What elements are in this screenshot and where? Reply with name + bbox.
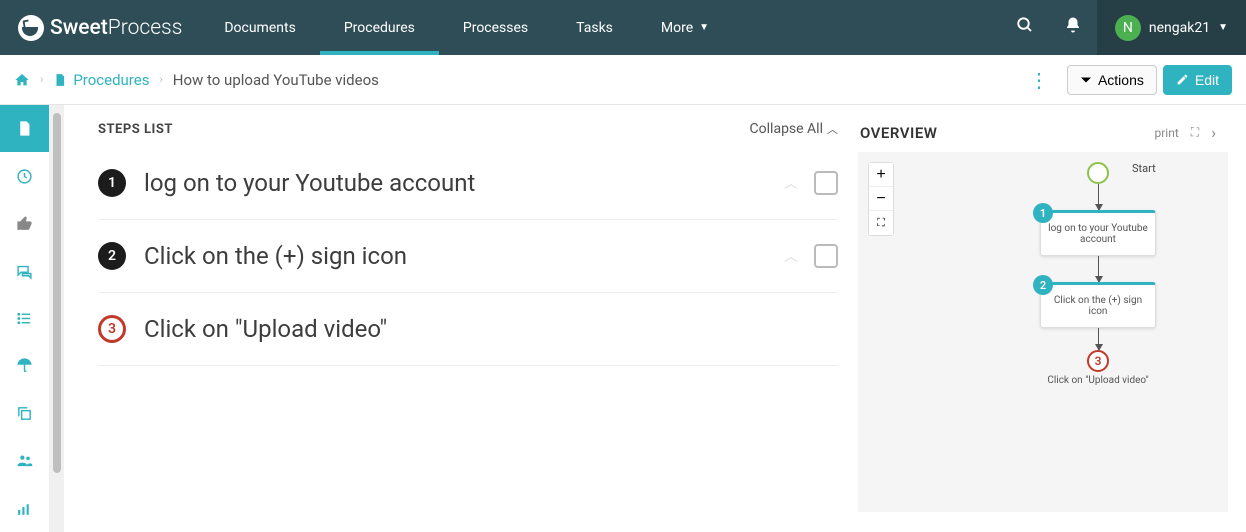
step-number: 1 — [98, 169, 126, 197]
user-menu[interactable]: N nengak21 ▼ — [1097, 0, 1246, 55]
sidebar-item-umbrella[interactable] — [0, 342, 49, 389]
nav-tasks[interactable]: Tasks — [552, 0, 637, 55]
collapse-all-button[interactable]: Collapse All︿ — [750, 121, 838, 137]
scrollbar-thumb[interactable] — [53, 113, 61, 473]
flow-node-badge: 2 — [1033, 275, 1053, 295]
chevron-up-icon[interactable]: ︿ — [784, 173, 798, 193]
chevron-right-icon: › — [149, 73, 172, 86]
chevron-up-icon[interactable]: ︿ — [784, 246, 798, 266]
step-title: Click on "Upload video" — [144, 315, 820, 343]
step-row[interactable]: 2 Click on the (+) sign icon ︿ — [98, 220, 838, 293]
step-row[interactable]: 3 Click on "Upload video" — [98, 293, 838, 366]
flowchart[interactable]: + − ⛶ Start 1 log on to your Youtube acc… — [858, 152, 1228, 512]
step-title: Click on the (+) sign icon — [144, 242, 766, 270]
steps-header: STEPS LIST — [98, 122, 173, 137]
home-icon[interactable] — [14, 72, 30, 88]
username: nengak21 — [1149, 20, 1210, 36]
sidebar-item-copy[interactable] — [0, 390, 49, 437]
chevron-right-icon[interactable]: › — [1205, 123, 1222, 142]
steps-panel: STEPS LIST Collapse All︿ 1 log on to your… — [98, 117, 838, 532]
nav-processes[interactable]: Processes — [439, 0, 552, 55]
chevron-down-icon: ▼ — [1218, 22, 1228, 33]
chevron-right-icon: › — [30, 73, 53, 86]
chevron-up-icon: ︿ — [827, 123, 838, 136]
avatar: N — [1115, 15, 1141, 41]
print-button[interactable]: print — [1149, 126, 1185, 140]
overview-panel: OVERVIEW print ⛶ › + − ⛶ Start — [858, 117, 1228, 532]
breadcrumb-bar: › Procedures › How to upload YouTube vid… — [0, 55, 1246, 105]
flow-end-label: Click on "Upload video" — [1047, 375, 1148, 386]
bell-icon[interactable] — [1049, 16, 1097, 39]
flow-node-badge: 1 — [1033, 203, 1053, 223]
actions-button[interactable]: Actions — [1067, 65, 1157, 95]
flow-start-node[interactable] — [1087, 162, 1109, 184]
edit-button[interactable]: Edit — [1163, 65, 1232, 95]
sidebar-item-approve[interactable] — [0, 200, 49, 247]
flow-end-node[interactable]: 3 — [1087, 350, 1109, 372]
sidebar-item-team[interactable] — [0, 437, 49, 484]
step-row[interactable]: 1 log on to your Youtube account ︿ — [98, 147, 838, 220]
breadcrumb-procedures[interactable]: Procedures — [53, 71, 149, 89]
zoom-controls: + − ⛶ — [868, 162, 894, 236]
flow-start-label: Start — [1108, 162, 1156, 175]
sidebar — [0, 105, 50, 532]
brand-text-2: Process — [108, 16, 183, 40]
cup-icon — [18, 15, 44, 41]
sidebar-item-analytics[interactable] — [0, 485, 49, 532]
flow-node[interactable]: 2 Click on the (+) sign icon — [1040, 282, 1156, 328]
page-title: How to upload YouTube videos — [173, 71, 379, 89]
nav-procedures[interactable]: Procedures — [320, 0, 439, 55]
step-title: log on to your Youtube account — [144, 169, 766, 197]
step-checkbox[interactable] — [814, 171, 838, 195]
step-number: 2 — [98, 242, 126, 270]
sidebar-item-list[interactable] — [0, 295, 49, 342]
sidebar-item-document[interactable] — [0, 105, 49, 152]
search-icon[interactable] — [1001, 16, 1049, 39]
expand-icon[interactable]: ⛶ — [1185, 125, 1205, 140]
nav-items: Documents Procedures Processes Tasks Mor… — [200, 0, 733, 55]
arrow-icon — [1098, 184, 1099, 210]
top-nav: SweetProcess Documents Procedures Proces… — [0, 0, 1246, 55]
step-number: 3 — [98, 315, 126, 343]
brand-logo[interactable]: SweetProcess — [0, 15, 200, 41]
zoom-fit-button[interactable]: ⛶ — [869, 211, 893, 235]
step-checkbox[interactable] — [814, 244, 838, 268]
overview-title: OVERVIEW — [860, 124, 937, 142]
more-options-icon[interactable]: ⋮ — [1017, 68, 1061, 92]
brand-text-1: Sweet — [50, 16, 108, 40]
arrow-icon — [1098, 256, 1099, 282]
zoom-in-button[interactable]: + — [869, 163, 893, 187]
nav-more[interactable]: More▼ — [637, 0, 733, 55]
scrollbar[interactable] — [50, 105, 64, 532]
arrow-icon — [1098, 328, 1099, 350]
zoom-out-button[interactable]: − — [869, 187, 893, 211]
chevron-down-icon: ▼ — [699, 22, 709, 33]
sidebar-item-comments[interactable] — [0, 247, 49, 294]
nav-documents[interactable]: Documents — [200, 0, 319, 55]
flow-node[interactable]: 1 log on to your Youtube account — [1040, 210, 1156, 256]
sidebar-item-history[interactable] — [0, 152, 49, 199]
